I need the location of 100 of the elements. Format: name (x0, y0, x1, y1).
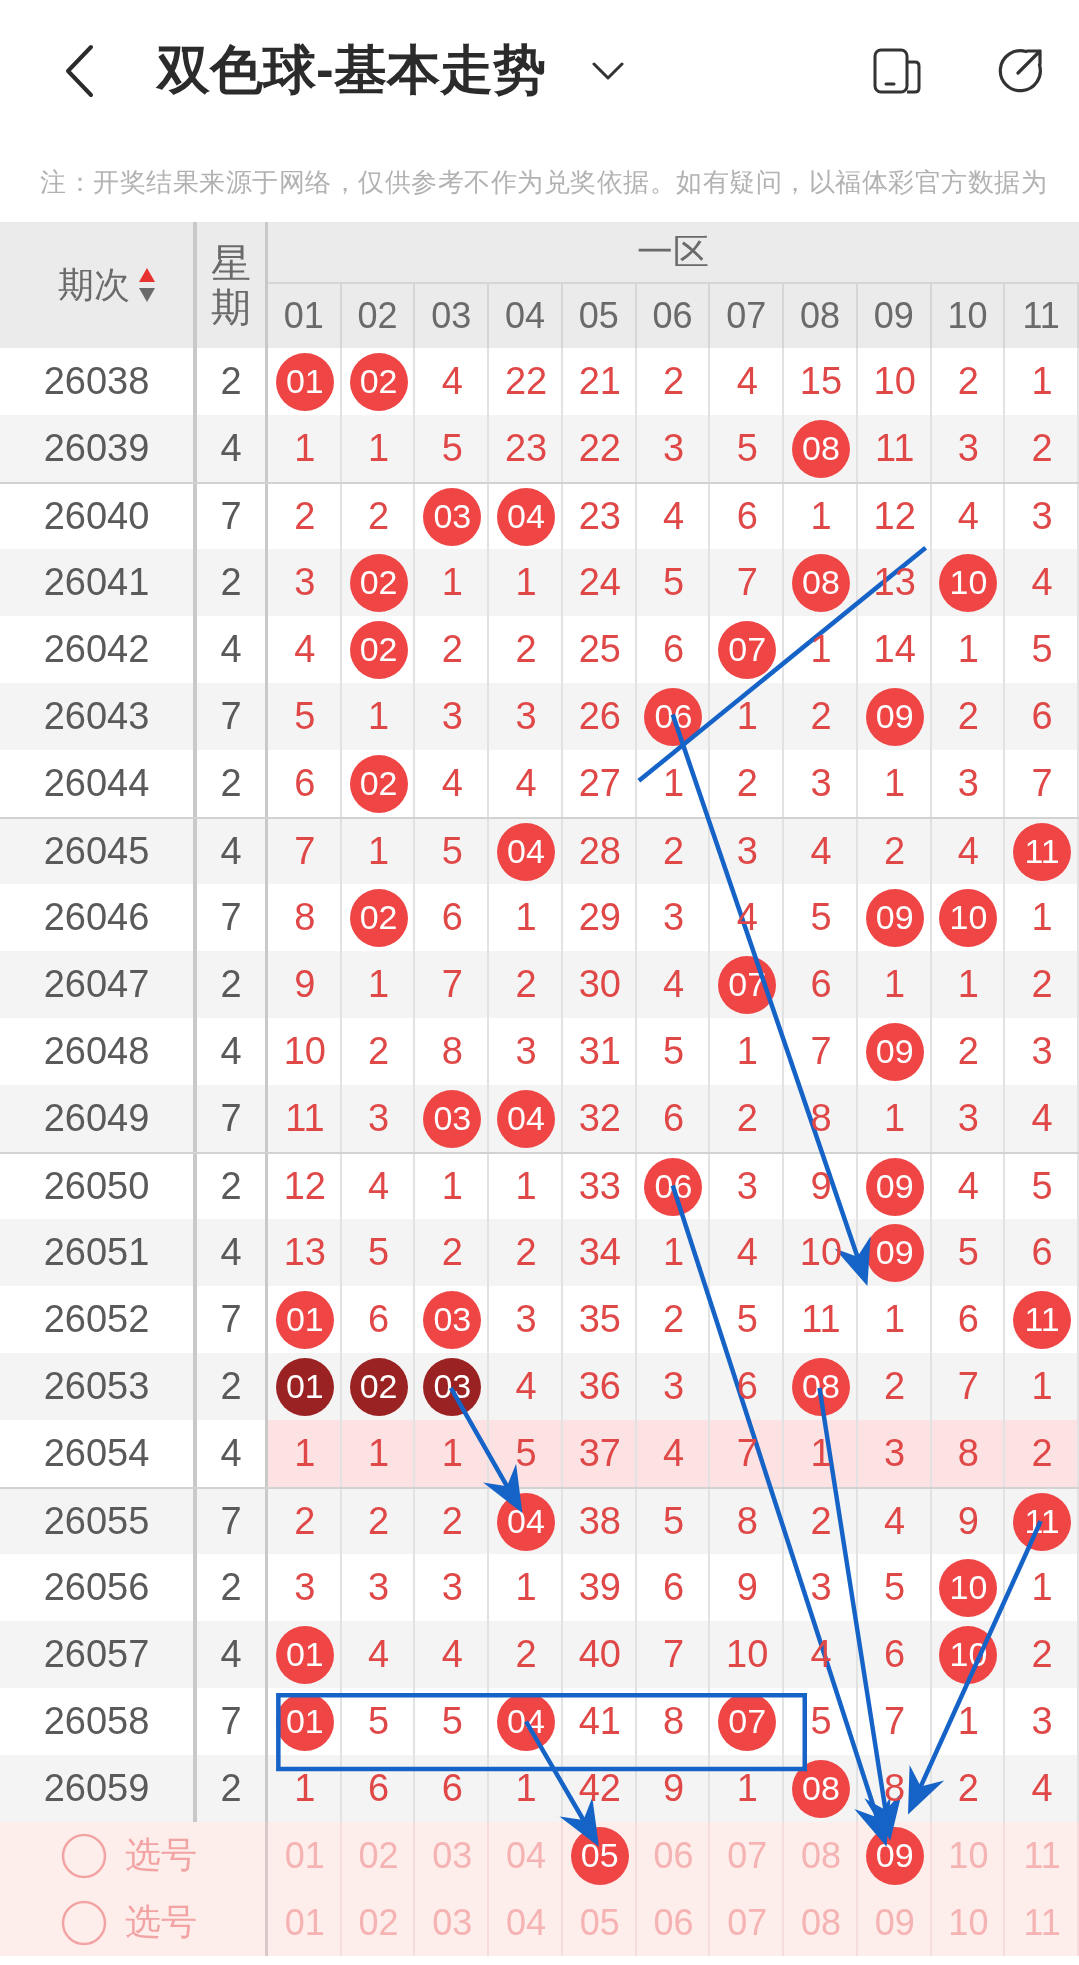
table-cell-text: 8 (661, 1699, 686, 1744)
table-cell-text: 6 (440, 895, 464, 940)
table-cell-text: 8 (883, 1766, 907, 1811)
table-cell-text: 3 (514, 1297, 538, 1342)
table-cell-text: 1 (293, 1431, 317, 1476)
pick-number[interactable]: 05 (570, 1893, 629, 1952)
table-cell-text: 4 (367, 1164, 391, 1209)
table-cell-text: 1 (514, 1565, 538, 1610)
pick-number[interactable]: 01 (275, 1826, 334, 1885)
radio-button[interactable] (61, 1899, 107, 1946)
table-cell-text: 26 (577, 694, 622, 739)
table-cell-text: 4 (293, 627, 317, 672)
pick-number[interactable]: 04 (497, 1826, 556, 1885)
table-cell-text: 1 (440, 560, 464, 605)
radio-button[interactable] (61, 1832, 107, 1879)
table-cell-text: 4 (956, 494, 980, 539)
number-ball: 02 (349, 620, 408, 679)
table-cell-text: 5 (367, 1230, 391, 1275)
table-cell-text: 1 (661, 761, 686, 806)
number-ball: 09 (865, 1022, 924, 1081)
table-cell-text: 22 (503, 359, 549, 404)
number-ball: 03 (423, 1089, 482, 1148)
table-cell-text: 5 (661, 560, 686, 605)
table-cell-text: 4 (514, 1364, 538, 1409)
number-ball: 01 (275, 1290, 334, 1349)
table-cell-text: 8 (293, 895, 317, 940)
share-icon[interactable] (996, 47, 1044, 95)
pick-number[interactable]: 02 (349, 1893, 408, 1952)
table-cell-text: 5 (293, 694, 317, 739)
pick-number[interactable]: 03 (423, 1893, 482, 1952)
table-cell-text: 4 (440, 359, 464, 404)
number-ball: 03 (423, 1357, 482, 1416)
table-cell-text: 23 (577, 494, 622, 539)
pick-number[interactable]: 07 (718, 1826, 777, 1885)
table-cell-text: 34 (577, 1230, 622, 1275)
table-cell-text: 1 (956, 962, 980, 1007)
table-cell-text: 2 (956, 1029, 980, 1074)
table-cell-text: 3 (661, 1364, 686, 1409)
table-cell-text: 27 (577, 761, 622, 806)
table-cell-text: 2 (293, 1499, 317, 1544)
pick-number[interactable]: 05 (570, 1826, 629, 1885)
pick-number[interactable]: 09 (865, 1826, 924, 1885)
pick-number[interactable]: 11 (1013, 1826, 1072, 1885)
pick-number[interactable]: 04 (497, 1893, 556, 1952)
table-cell-text: 6 (367, 1766, 391, 1811)
sort-header[interactable]: 期次 (57, 260, 156, 310)
table-cell-text: 3 (367, 1096, 391, 1141)
pick-number[interactable]: 09 (865, 1893, 924, 1952)
table-cell-text: 8 (956, 1431, 980, 1476)
table-cell-text: 2 (514, 1632, 538, 1677)
number-ball: 01 (275, 1357, 334, 1416)
table-cell-text: 2 (514, 627, 538, 672)
table-cell-text: 5 (514, 1431, 538, 1476)
table-cell-text: 1 (809, 494, 833, 539)
table-cell-text: 8 (735, 1499, 759, 1544)
table-cell-text: 4 (735, 1230, 759, 1275)
number-ball: 06 (644, 1157, 703, 1216)
table-cell-text: 31 (577, 1029, 622, 1074)
number-ball: 02 (349, 888, 408, 947)
table-cell-text: 2 (883, 829, 907, 874)
pick-number[interactable]: 08 (791, 1826, 850, 1885)
table-cell-text: 6 (735, 494, 759, 539)
table-cell-text: 1 (809, 627, 833, 672)
table-cell-text: 5 (809, 1699, 833, 1744)
table-cell-text: 12 (282, 1164, 327, 1209)
table-cell-text: 1 (735, 1766, 759, 1811)
table-cell-text: 3 (514, 1029, 538, 1074)
table-cell-text: 5 (661, 1029, 686, 1074)
table-cell-text: 1 (293, 1766, 317, 1811)
pick-number[interactable]: 08 (791, 1893, 850, 1952)
pick-number[interactable]: 11 (1013, 1893, 1072, 1952)
pick-number[interactable]: 02 (349, 1826, 408, 1885)
pick-number[interactable]: 06 (644, 1893, 703, 1952)
pick-number[interactable]: 10 (939, 1826, 998, 1885)
title-dropdown[interactable]: 双色球-基本走势 (157, 35, 624, 107)
pick-number[interactable]: 07 (718, 1893, 777, 1952)
number-ball: 06 (644, 687, 703, 746)
table-cell-text: 1 (735, 694, 759, 739)
devices-icon[interactable] (873, 48, 921, 94)
pick-number[interactable]: 06 (644, 1826, 703, 1885)
table-cell-text: 5 (809, 895, 833, 940)
number-ball: 11 (1013, 822, 1072, 881)
table-cell-text: 3 (293, 1565, 317, 1610)
table-cell-text: 24 (577, 560, 622, 605)
table-cell-text: 36 (577, 1364, 622, 1409)
table-cell-text: 1 (1030, 895, 1054, 940)
table-cell-text: 1 (661, 1230, 686, 1275)
table-cell-text: 13 (872, 560, 917, 605)
table-cell-text: 9 (809, 1164, 833, 1209)
table-cell-text: 4 (883, 1499, 907, 1544)
pick-number[interactable]: 10 (939, 1893, 998, 1952)
table-cell-text: 11 (284, 1096, 326, 1141)
table-cell-text: 2 (514, 962, 538, 1007)
table-cell-text: 42 (577, 1766, 622, 1811)
table-cell-text: 2 (367, 1499, 391, 1544)
pick-number[interactable]: 01 (275, 1893, 334, 1952)
number-ball: 09 (865, 1157, 924, 1216)
table-cell-text: 3 (809, 761, 833, 806)
table-cell-text: 3 (293, 560, 317, 605)
pick-number[interactable]: 03 (423, 1826, 482, 1885)
